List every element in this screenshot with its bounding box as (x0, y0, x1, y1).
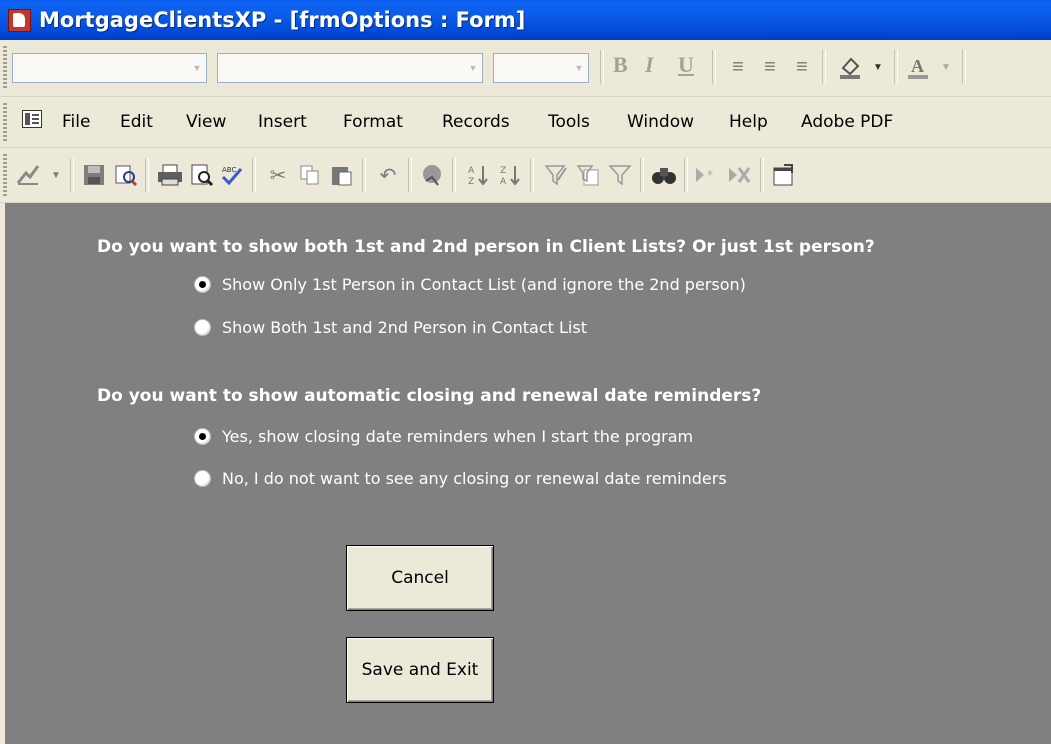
save-and-exit-button[interactable]: Save and Exit (346, 637, 494, 703)
separator (452, 158, 456, 192)
separator (530, 158, 534, 192)
question-date-reminders: Do you want to show automatic closing an… (97, 386, 762, 406)
option-hide-reminders[interactable]: No, I do not want to see any closing or … (195, 469, 727, 488)
sort-ascending-icon[interactable]: AZ (464, 161, 492, 189)
menu-tools[interactable]: Tools (548, 112, 590, 132)
separator (822, 50, 826, 84)
access-app-icon[interactable] (8, 8, 31, 32)
chevron-down-icon[interactable]: ▼ (191, 58, 203, 78)
align-right-icon[interactable]: ≡ (788, 53, 816, 81)
filter-by-form-icon[interactable] (574, 161, 602, 189)
separator (684, 158, 688, 192)
separator (362, 158, 366, 192)
properties-icon[interactable] (770, 161, 798, 189)
print-icon[interactable] (156, 161, 184, 189)
chevron-down-icon[interactable]: ▼ (42, 161, 70, 189)
standard-toolbar: ▼ ABC ✂ ↶ AZ ZA * (0, 148, 1051, 203)
option-label: Yes, show closing date reminders when I … (222, 427, 694, 446)
title-bar: MortgageClientsXP - [frmOptions : Form] (0, 0, 1051, 40)
options-form: Do you want to show both 1st and 2nd per… (5, 203, 1051, 744)
separator (145, 158, 149, 192)
radio-button-selected[interactable] (195, 277, 210, 292)
radio-button[interactable] (195, 320, 210, 335)
menu-view[interactable]: View (186, 112, 226, 132)
option-show-reminders[interactable]: Yes, show closing date reminders when I … (195, 427, 693, 446)
question-client-lists: Do you want to show both 1st and 2nd per… (97, 237, 875, 257)
toolbar-grip[interactable] (3, 46, 7, 90)
window-title: MortgageClientsXP - [frmOptions : Form] (39, 8, 526, 32)
undo-icon[interactable]: ↶ (374, 161, 402, 189)
menu-records[interactable]: Records (442, 112, 510, 132)
option-label: No, I do not want to see any closing or … (222, 469, 727, 488)
option-show-only-1st-person[interactable]: Show Only 1st Person in Contact List (an… (195, 275, 746, 294)
delete-record-icon[interactable] (726, 161, 754, 189)
find-icon[interactable] (650, 161, 678, 189)
option-show-both-persons[interactable]: Show Both 1st and 2nd Person in Contact … (195, 318, 587, 337)
separator (252, 158, 256, 192)
cancel-button[interactable]: Cancel (346, 545, 494, 611)
separator (408, 158, 412, 192)
file-search-icon[interactable] (112, 161, 140, 189)
cut-icon[interactable]: ✂ (264, 161, 292, 189)
toolbar-grip[interactable] (3, 154, 7, 196)
spelling-icon[interactable]: ABC (218, 161, 246, 189)
option-label: Show Both 1st and 2nd Person in Contact … (222, 318, 587, 337)
menubar-grip[interactable] (3, 103, 7, 141)
underline-button[interactable]: U (678, 52, 694, 78)
svg-text:Z: Z (468, 177, 474, 187)
menu-insert[interactable]: Insert (258, 112, 307, 132)
svg-text:Z: Z (500, 166, 506, 176)
filter-by-selection-icon[interactable] (542, 161, 570, 189)
align-center-icon[interactable]: ≡ (756, 53, 784, 81)
object-combo[interactable]: ▼ (12, 53, 207, 83)
hyperlink-icon[interactable] (418, 161, 446, 189)
radio-button[interactable] (195, 471, 210, 486)
menu-help[interactable]: Help (729, 112, 768, 132)
separator (600, 50, 604, 84)
menu-format[interactable]: Format (343, 112, 403, 132)
bold-button[interactable]: B (613, 52, 628, 78)
italic-button[interactable]: I (645, 52, 654, 78)
svg-text:A: A (468, 166, 475, 176)
paste-icon[interactable] (328, 161, 356, 189)
svg-text:*: * (707, 168, 713, 182)
chevron-down-icon[interactable]: ▼ (864, 53, 892, 81)
menu-file[interactable]: File (62, 112, 90, 132)
print-preview-icon[interactable] (188, 161, 216, 189)
menu-edit[interactable]: Edit (120, 112, 153, 132)
separator (712, 50, 716, 84)
menu-window[interactable]: Window (627, 112, 694, 132)
copy-icon[interactable] (296, 161, 324, 189)
option-label: Show Only 1st Person in Contact List (an… (222, 275, 746, 294)
font-size-combo[interactable]: ▼ (493, 53, 589, 83)
view-icon[interactable] (14, 161, 42, 189)
menu-adobe-pdf[interactable]: Adobe PDF (801, 112, 893, 132)
font-name-combo[interactable]: ▼ (217, 53, 483, 83)
chevron-down-icon[interactable]: ▼ (932, 53, 960, 81)
separator (894, 50, 898, 84)
save-icon[interactable] (80, 161, 108, 189)
menu-bar: File Edit View Insert Format Records Too… (0, 97, 1051, 148)
svg-text:A: A (500, 177, 507, 187)
formatting-toolbar: ▼ ▼ ▼ B I U ≡ ≡ ≡ ▼ A ▼ (0, 40, 1051, 97)
radio-button-selected[interactable] (195, 429, 210, 444)
new-record-icon[interactable]: * (694, 161, 722, 189)
chevron-down-icon[interactable]: ▼ (467, 58, 479, 78)
svg-text:ABC: ABC (222, 166, 236, 174)
svg-text:A: A (911, 56, 924, 76)
align-left-icon[interactable]: ≡ (724, 53, 752, 81)
apply-filter-icon[interactable] (606, 161, 634, 189)
sort-descending-icon[interactable]: ZA (496, 161, 524, 189)
font-color-icon[interactable]: A (904, 53, 932, 81)
chevron-down-icon[interactable]: ▼ (573, 58, 585, 78)
form-view-icon[interactable] (22, 110, 42, 128)
separator (70, 158, 74, 192)
separator (962, 50, 966, 84)
fill-color-icon[interactable] (836, 53, 864, 81)
separator (640, 158, 644, 192)
separator (760, 158, 764, 192)
